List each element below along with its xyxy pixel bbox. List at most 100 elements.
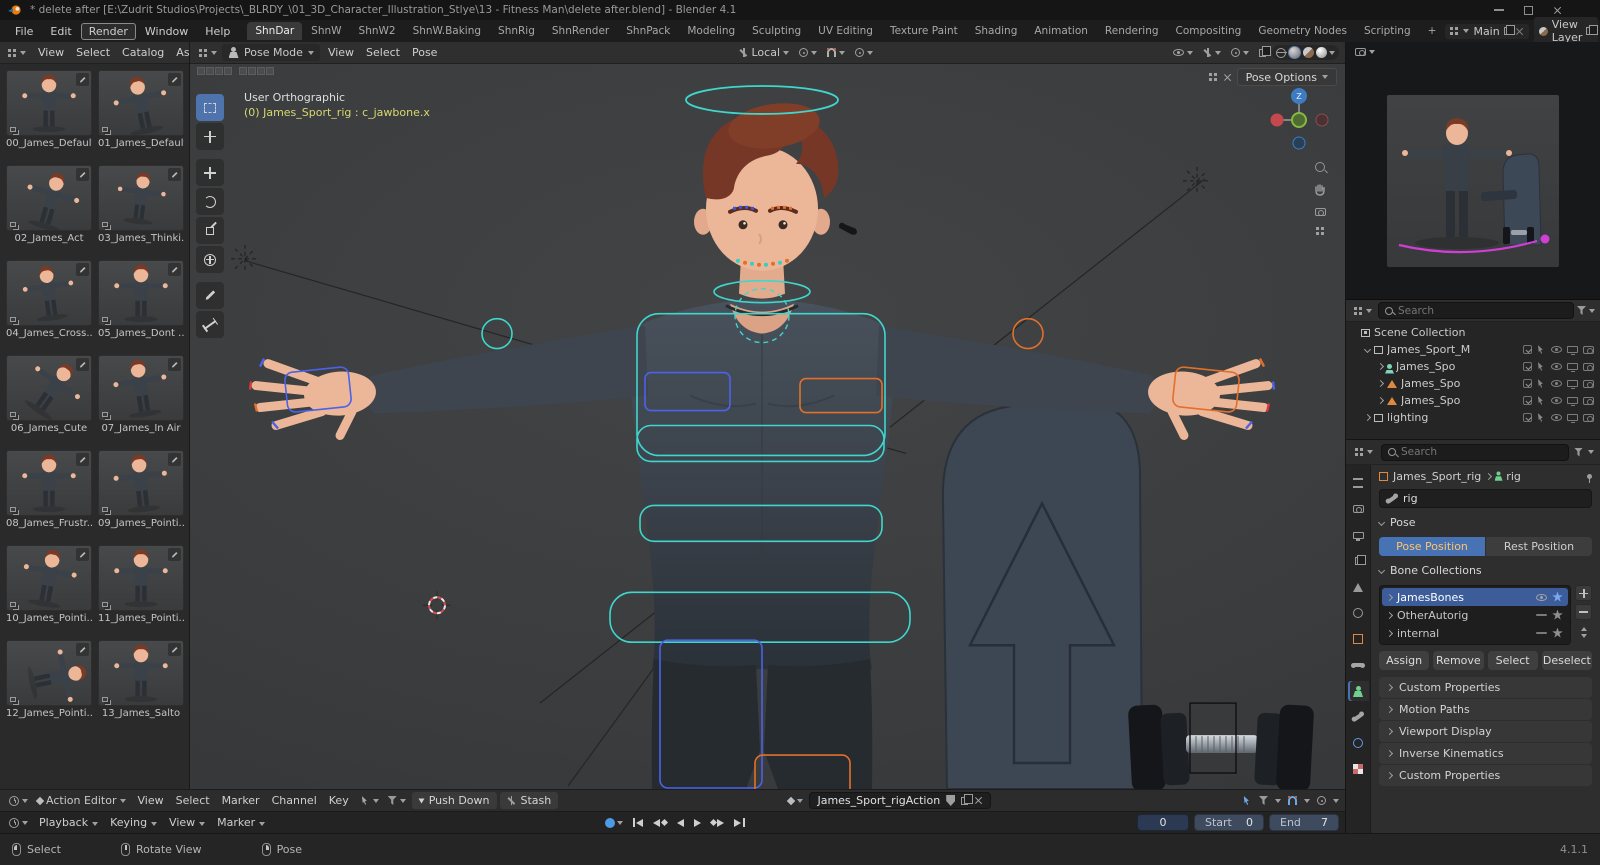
edit-asset-icon[interactable] bbox=[76, 548, 89, 561]
disable-viewport-icon[interactable] bbox=[1567, 414, 1578, 421]
pose-asset-thumbnail[interactable] bbox=[98, 70, 184, 136]
navigation-gizmo[interactable]: Z bbox=[1265, 86, 1333, 154]
selectable-icon[interactable] bbox=[1538, 345, 1545, 354]
collection-square[interactable] bbox=[197, 67, 205, 75]
mode-selector[interactable]: Pose Mode bbox=[222, 44, 320, 61]
outliner-row[interactable]: James_Sport_M bbox=[1348, 341, 1598, 358]
bone-collections-header[interactable]: Bone Collections bbox=[1379, 562, 1592, 579]
pose-asset-item[interactable]: 03_James_Thinki... bbox=[98, 165, 184, 244]
pose-asset-item[interactable]: 06_James_Cute bbox=[6, 355, 92, 434]
edit-asset-icon[interactable] bbox=[76, 73, 89, 86]
pose-asset-item[interactable]: 09_James_Pointi... bbox=[98, 450, 184, 529]
browse-action-button[interactable] bbox=[785, 796, 806, 806]
workspace-tab[interactable]: ShnW bbox=[303, 22, 349, 40]
collapsed-panel[interactable]: Motion Paths bbox=[1379, 699, 1592, 720]
hide-viewport-icon[interactable] bbox=[1551, 363, 1562, 370]
edit-asset-icon[interactable] bbox=[76, 168, 89, 181]
workspace-tab[interactable]: Compositing bbox=[1168, 22, 1250, 40]
edit-asset-icon[interactable] bbox=[168, 548, 181, 561]
dumbbell[interactable] bbox=[1128, 703, 1314, 789]
workspace-tab[interactable]: UV Editing bbox=[810, 22, 881, 40]
close-icon[interactable] bbox=[1223, 73, 1232, 82]
solo-star-icon[interactable] bbox=[1552, 628, 1563, 639]
transform-tool[interactable] bbox=[196, 246, 224, 273]
camera-view-icon[interactable] bbox=[1315, 208, 1326, 216]
asset-menu[interactable]: Catalog bbox=[116, 44, 170, 61]
collapsed-panel[interactable]: Inverse Kinematics bbox=[1379, 743, 1592, 764]
collection-square[interactable] bbox=[215, 67, 223, 75]
move-up-icon[interactable] bbox=[1581, 627, 1587, 631]
workspace-tab[interactable]: Rendering bbox=[1097, 22, 1167, 40]
hide-viewport-icon[interactable] bbox=[1551, 346, 1562, 353]
new-view-layer-icon[interactable] bbox=[1586, 27, 1593, 35]
visibility-eye-icon[interactable] bbox=[1536, 594, 1547, 601]
visibility-closed-icon[interactable] bbox=[1536, 614, 1547, 616]
scale-tool[interactable] bbox=[196, 217, 224, 244]
pose-asset-item[interactable]: 12_James_Pointi... bbox=[6, 640, 92, 719]
tab-object[interactable] bbox=[1348, 629, 1369, 649]
pose-asset-item[interactable]: 13_James_Salto bbox=[98, 640, 184, 719]
outliner-search-input[interactable] bbox=[1398, 305, 1567, 317]
jump-to-start-button[interactable] bbox=[631, 818, 646, 827]
tab-texture[interactable] bbox=[1348, 759, 1369, 779]
edit-asset-icon[interactable] bbox=[168, 358, 181, 371]
disable-render-icon[interactable] bbox=[1583, 380, 1594, 388]
workspace-tab[interactable]: Sculpting bbox=[744, 22, 809, 40]
proportional-icon[interactable] bbox=[1317, 796, 1326, 805]
timeline-menu[interactable]: Marker bbox=[211, 814, 271, 831]
collection-action-button[interactable]: Deselect bbox=[1542, 651, 1592, 670]
start-frame-field[interactable]: Start0 bbox=[1194, 814, 1264, 831]
dopesheet-menu[interactable]: Marker bbox=[216, 792, 266, 809]
expand-icon[interactable] bbox=[1377, 380, 1384, 387]
collapsed-panel[interactable]: Viewport Display bbox=[1379, 721, 1592, 742]
scene-selector[interactable]: Main bbox=[1445, 24, 1528, 39]
solo-star-icon[interactable] bbox=[1552, 610, 1563, 621]
breadcrumb-data[interactable]: rig bbox=[1506, 470, 1521, 483]
asset-menu[interactable]: Select bbox=[70, 44, 116, 61]
minimize-button[interactable] bbox=[1494, 9, 1504, 11]
dopesheet-menu[interactable]: Key bbox=[323, 792, 355, 809]
disable-viewport-icon[interactable] bbox=[1567, 363, 1578, 370]
bone-collection-row[interactable]: OtherAutorig bbox=[1382, 606, 1568, 624]
pose-asset-thumbnail[interactable] bbox=[6, 545, 92, 611]
exclude-checkbox-icon[interactable] bbox=[1523, 345, 1532, 354]
edit-asset-icon[interactable] bbox=[168, 168, 181, 181]
edit-asset-icon[interactable] bbox=[168, 73, 181, 86]
rotate-tool[interactable] bbox=[196, 188, 224, 215]
editor-type-button[interactable] bbox=[1352, 46, 1378, 58]
outliner-row[interactable]: James_Spo bbox=[1348, 358, 1598, 375]
editor-type-button[interactable] bbox=[6, 794, 31, 808]
cursor-tool[interactable] bbox=[196, 123, 224, 150]
wireframe-shading-icon[interactable] bbox=[1276, 48, 1286, 58]
filter-dropdown[interactable] bbox=[385, 794, 409, 807]
armature-name-field[interactable]: rig bbox=[1379, 489, 1592, 508]
expand-icon[interactable] bbox=[1386, 593, 1393, 600]
next-keyframe-button[interactable] bbox=[709, 819, 727, 827]
hide-viewport-icon[interactable] bbox=[1551, 397, 1562, 404]
filter-icon[interactable] bbox=[1574, 448, 1583, 457]
tab-view-layer[interactable] bbox=[1348, 551, 1369, 571]
auto-key-button[interactable] bbox=[603, 818, 625, 828]
editor-type-button[interactable] bbox=[6, 816, 31, 830]
bone-collection-row[interactable]: JamesBones bbox=[1382, 588, 1568, 606]
selectable-icon[interactable] bbox=[1538, 396, 1545, 405]
pose-asset-item[interactable]: 10_James_Pointi... bbox=[6, 545, 92, 624]
tab-bone[interactable] bbox=[1348, 707, 1369, 727]
workspace-tab[interactable]: Animation bbox=[1026, 22, 1096, 40]
unlink-action-icon[interactable] bbox=[974, 796, 983, 805]
disable-render-icon[interactable] bbox=[1583, 397, 1594, 405]
stash-button[interactable]: Stash bbox=[500, 792, 559, 809]
editor-type-button[interactable] bbox=[196, 47, 220, 59]
add-collection-button[interactable] bbox=[1575, 585, 1592, 601]
asset-menu[interactable]: View bbox=[32, 44, 70, 61]
disable-render-icon[interactable] bbox=[1583, 346, 1594, 354]
tab-render[interactable] bbox=[1348, 499, 1369, 519]
timeline-menu[interactable]: Playback bbox=[33, 814, 104, 831]
collection-action-button[interactable]: Select bbox=[1488, 651, 1538, 670]
transform-orientation[interactable]: Local bbox=[735, 46, 793, 59]
ortho-grid-icon[interactable] bbox=[1316, 227, 1319, 230]
editor-type-button[interactable] bbox=[1352, 446, 1376, 458]
expand-icon[interactable] bbox=[1377, 397, 1384, 404]
scene-3d[interactable] bbox=[190, 64, 1345, 789]
overlays-toggle[interactable] bbox=[1227, 48, 1253, 57]
